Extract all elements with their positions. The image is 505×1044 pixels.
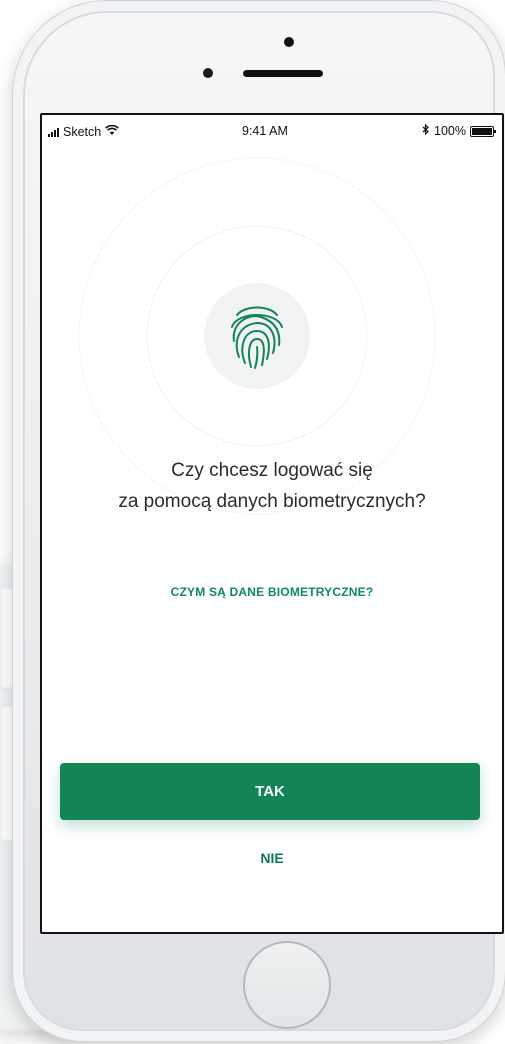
signal-icon [48,127,59,137]
biometric-question: Czy chcesz logować się za pomocą danych … [42,455,502,517]
battery-percentage: 100% [434,124,466,138]
home-button[interactable] [243,941,331,1029]
question-line: Czy chcesz logować się [171,460,373,481]
fingerprint-badge [204,283,310,389]
biometric-info-link[interactable]: CZYM SĄ DANE BIOMETRYCZNE? [42,585,502,599]
bluetooth-icon [422,123,430,138]
no-button[interactable]: NIE [42,850,502,866]
status-time: 9:41 AM [242,124,288,138]
battery-icon [470,125,496,137]
wifi-icon [105,124,120,139]
app-screen: Sketch 9:41 AM 100% Czy chcesz logować s… [40,113,504,934]
speaker [243,70,323,77]
front-sensor [203,68,213,78]
question-line: za pomocą danych biometrycznych? [118,491,426,512]
camera [284,37,294,47]
fingerprint-icon [231,306,283,369]
carrier-name: Sketch [63,124,102,139]
yes-button[interactable]: TAK [60,763,480,820]
status-bar: Sketch 9:41 AM 100% [42,115,502,145]
